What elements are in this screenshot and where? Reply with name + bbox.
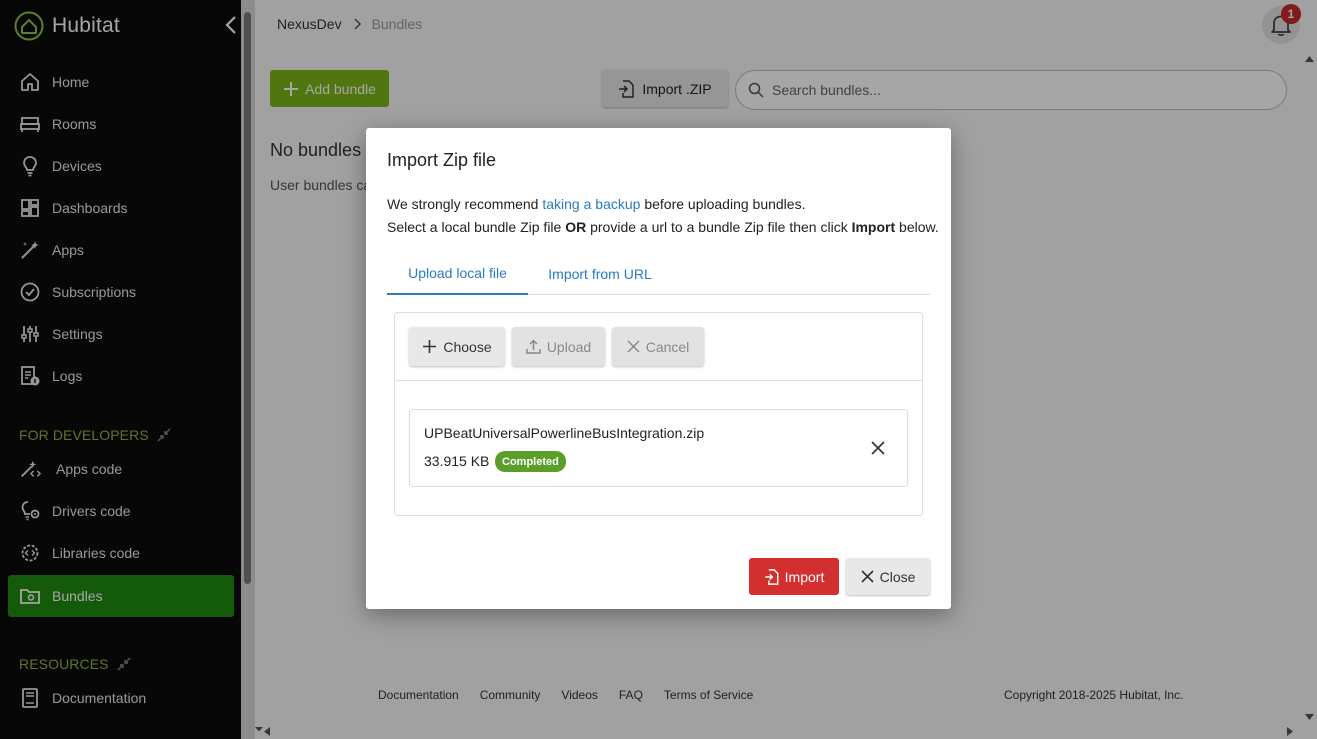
instructions-text: Select a local bundle Zip file xyxy=(387,219,566,235)
selected-file-card: UPBeatUniversalPowerlineBusIntegration.z… xyxy=(409,409,908,487)
tab-import-from-url[interactable]: Import from URL xyxy=(528,252,672,295)
import-zip-dialog: Import Zip file We strongly recommend ta… xyxy=(366,128,951,609)
upload-button[interactable]: Upload xyxy=(512,327,605,366)
remove-file-button[interactable] xyxy=(867,437,889,459)
instructions-text-mid: provide a url to a bundle Zip file then … xyxy=(586,219,852,235)
import-label: Import xyxy=(784,568,825,585)
status-badge: Completed xyxy=(495,451,566,472)
file-name: UPBeatUniversalPowerlineBusIntegration.z… xyxy=(424,425,705,441)
instructions-import: Import xyxy=(851,219,896,235)
dialog-backup-note: We strongly recommend taking a backup be… xyxy=(387,196,805,212)
cancel-label: Cancel xyxy=(645,338,690,355)
upload-label: Upload xyxy=(546,338,592,355)
file-upload-panel: Choose Upload Cancel UPBeatUniversalPowe… xyxy=(394,312,923,516)
close-icon xyxy=(861,570,874,583)
file-size: 33.915 KB xyxy=(424,453,490,469)
import-button[interactable]: Import xyxy=(749,558,839,595)
close-label: Close xyxy=(879,568,916,585)
choose-label: Choose xyxy=(443,338,492,355)
close-button[interactable]: Close xyxy=(846,558,930,595)
close-icon xyxy=(627,340,640,353)
cancel-button[interactable]: Cancel xyxy=(612,327,704,366)
instructions-text-end: below. xyxy=(895,219,939,235)
backup-note-text: We strongly recommend xyxy=(387,196,543,212)
import-tabs: Upload local file Import from URL xyxy=(387,252,930,295)
tab-upload-local-file[interactable]: Upload local file xyxy=(387,252,528,295)
upload-icon xyxy=(526,339,541,354)
backup-note-text-end: before uploading bundles. xyxy=(640,196,806,212)
plus-icon xyxy=(423,340,437,353)
close-icon xyxy=(871,441,885,455)
choose-button[interactable]: Choose xyxy=(409,327,505,366)
dialog-instructions: Select a local bundle Zip file OR provid… xyxy=(387,219,939,235)
dialog-title: Import Zip file xyxy=(387,150,497,170)
file-import-icon xyxy=(764,568,779,585)
upload-toolbar: Choose Upload Cancel xyxy=(395,313,922,381)
instructions-or: OR xyxy=(565,219,587,235)
taking-backup-link[interactable]: taking a backup xyxy=(542,196,640,212)
